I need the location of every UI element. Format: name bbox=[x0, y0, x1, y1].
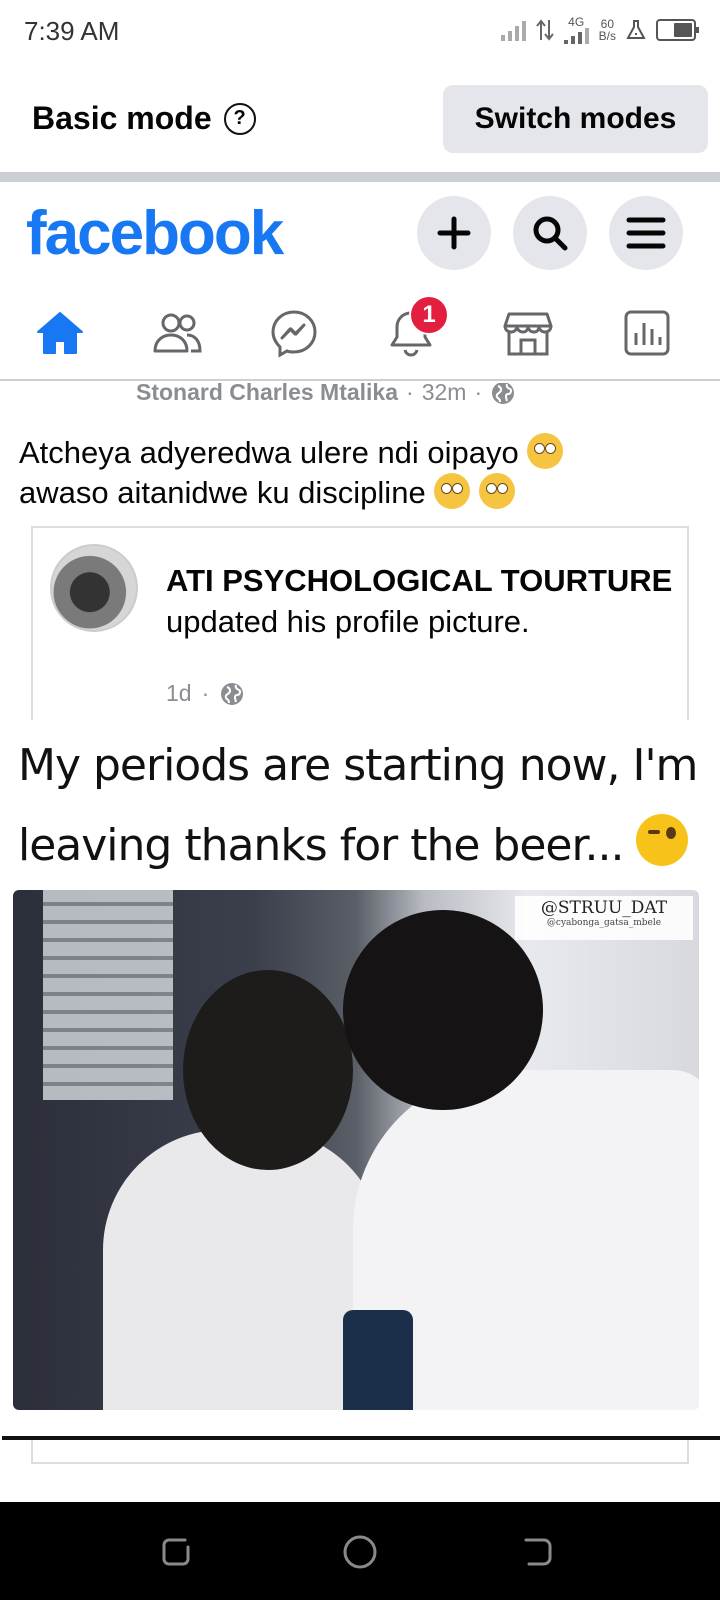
notification-badge: 1 bbox=[409, 295, 449, 335]
home-button[interactable] bbox=[338, 1530, 382, 1574]
image-caption: My periods are starting now, I'm leaving… bbox=[18, 726, 708, 886]
recents-icon bbox=[162, 1538, 190, 1566]
home-icon bbox=[37, 312, 83, 354]
status-bar: 7:39 AM 4G 60 B/s bbox=[0, 0, 720, 68]
wink-emoji bbox=[636, 814, 689, 866]
tab-dashboard[interactable] bbox=[587, 285, 707, 381]
post-author-name[interactable]: Stonard Charles Mtalika bbox=[136, 383, 398, 406]
signal-4g-icon bbox=[563, 28, 589, 44]
tab-messenger[interactable] bbox=[234, 285, 354, 381]
post-image[interactable]: My periods are starting now, I'm leaving… bbox=[2, 720, 720, 1440]
network-speed: 60 B/s bbox=[599, 18, 616, 42]
signal-icon bbox=[500, 19, 526, 41]
globe-icon bbox=[492, 383, 515, 404]
back-icon bbox=[524, 1538, 552, 1566]
hamburger-menu-icon bbox=[626, 217, 666, 249]
status-icons: 4G 60 B/s bbox=[500, 15, 699, 44]
separator-dot: · bbox=[474, 383, 483, 405]
post-time[interactable]: 32m bbox=[422, 383, 467, 406]
messenger-icon bbox=[271, 310, 317, 358]
image-watermark: @STRUU_DAT @cyabonga_gatsa_mbele bbox=[515, 896, 693, 940]
news-feed[interactable]: Stonard Charles Mtalika · 32m · Atcheya … bbox=[0, 383, 720, 1501]
plus-icon bbox=[437, 216, 471, 250]
nav-tabs: 1 bbox=[0, 285, 720, 381]
search-icon bbox=[533, 216, 568, 251]
create-button[interactable] bbox=[417, 196, 491, 270]
watermark-sub: @cyabonga_gatsa_mbele bbox=[546, 918, 662, 928]
shared-post-time[interactable]: 1d bbox=[166, 680, 192, 707]
shared-author-avatar[interactable] bbox=[50, 544, 138, 632]
dashboard-icon bbox=[624, 310, 670, 356]
home-circle-icon bbox=[343, 1535, 377, 1569]
signal-4g-indicator: 4G bbox=[563, 15, 589, 44]
post-header: Stonard Charles Mtalika · 32m · bbox=[136, 383, 516, 406]
facebook-header: facebook bbox=[0, 182, 720, 282]
help-icon[interactable]: ? bbox=[223, 102, 256, 135]
shared-action-text: updated his profile picture. bbox=[166, 604, 530, 639]
facebook-logo[interactable]: facebook bbox=[26, 198, 284, 269]
tab-notifications[interactable]: 1 bbox=[351, 285, 471, 381]
shared-post-meta: 1d · bbox=[166, 680, 245, 707]
post-text-line1: Atcheya adyeredwa ulere ndi oipayo bbox=[19, 435, 519, 470]
shared-post-card[interactable]: ATI PSYCHOLOGICAL TOURTURE updated his p… bbox=[2, 526, 720, 1464]
network-type-label: 4G bbox=[568, 15, 585, 29]
image-caption-line2: leaving thanks for the beer... bbox=[18, 820, 624, 871]
back-button[interactable] bbox=[516, 1530, 560, 1574]
person-right-head bbox=[343, 910, 543, 1110]
friends-icon bbox=[153, 313, 202, 353]
tab-home[interactable] bbox=[0, 285, 120, 381]
battery-icon bbox=[656, 19, 699, 41]
eye-roll-emoji bbox=[478, 473, 515, 509]
basic-mode-bar: Basic mode ? Switch modes bbox=[0, 68, 720, 170]
post-text-line2: awaso aitanidwe ku discipline bbox=[19, 475, 426, 510]
person-left bbox=[103, 1130, 383, 1410]
menu-button[interactable] bbox=[609, 196, 683, 270]
photo: @STRUU_DAT @cyabonga_gatsa_mbele bbox=[13, 890, 699, 1410]
shared-author-name[interactable]: ATI PSYCHOLOGICAL TOURTURE bbox=[166, 563, 672, 598]
tab-marketplace[interactable] bbox=[468, 285, 588, 381]
basic-mode-label: Basic mode bbox=[32, 100, 212, 136]
status-time: 7:39 AM bbox=[24, 16, 120, 46]
person-left-head bbox=[183, 970, 353, 1170]
post-text: Atcheya adyeredwa ulere ndi oipayo awaso… bbox=[19, 433, 709, 513]
shared-post-header: ATI PSYCHOLOGICAL TOURTURE updated his p… bbox=[166, 560, 676, 642]
switch-modes-button[interactable]: Switch modes bbox=[443, 85, 708, 153]
tab-friends[interactable] bbox=[117, 285, 237, 381]
separator-dot: · bbox=[406, 383, 414, 405]
sad-face-emoji bbox=[527, 433, 564, 469]
divider bbox=[0, 172, 720, 182]
recents-button[interactable] bbox=[154, 1530, 198, 1574]
window-blinds bbox=[43, 890, 173, 1100]
android-nav-bar bbox=[0, 1502, 720, 1600]
separator-dot: · bbox=[201, 680, 210, 706]
watermark-main: @STRUU_DAT bbox=[540, 898, 668, 918]
data-transfer-icon bbox=[535, 19, 554, 41]
beer-bottle bbox=[343, 1310, 413, 1410]
basic-mode-title: Basic mode ? bbox=[32, 100, 256, 137]
flask-icon bbox=[626, 20, 646, 39]
eye-roll-emoji bbox=[434, 473, 471, 509]
image-caption-line1: My periods are starting now, I'm bbox=[18, 740, 698, 791]
search-button[interactable] bbox=[513, 196, 587, 270]
marketplace-icon bbox=[503, 312, 553, 356]
speed-unit: B/s bbox=[598, 29, 616, 43]
globe-icon bbox=[221, 682, 244, 705]
